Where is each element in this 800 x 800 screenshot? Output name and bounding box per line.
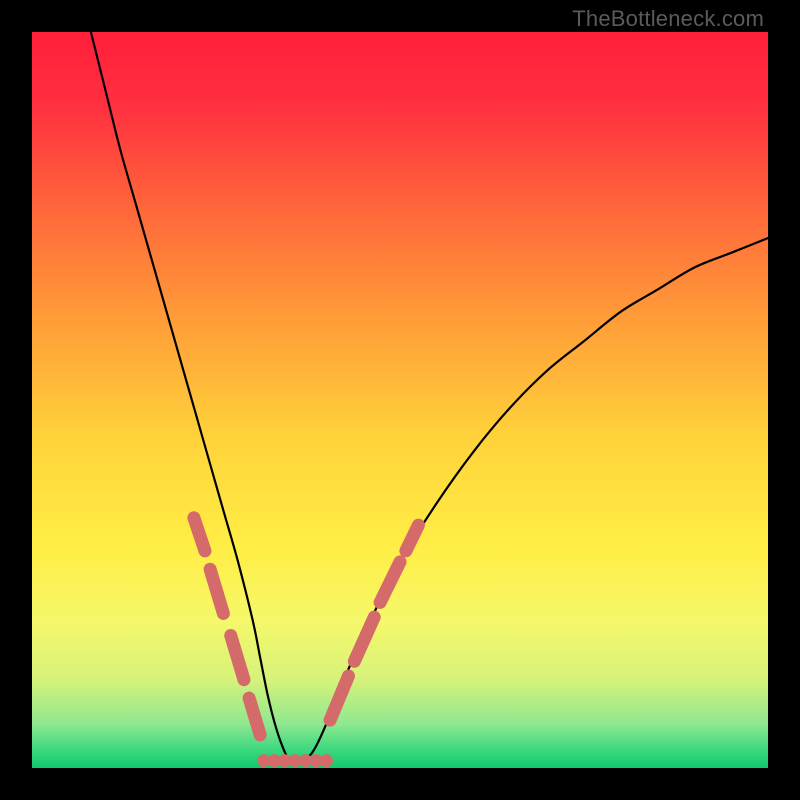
plot-area (32, 32, 768, 768)
bottleneck-chart-svg (32, 32, 768, 768)
gradient-background (32, 32, 768, 768)
watermark-text: TheBottleneck.com (572, 6, 764, 32)
chart-frame (32, 32, 768, 768)
